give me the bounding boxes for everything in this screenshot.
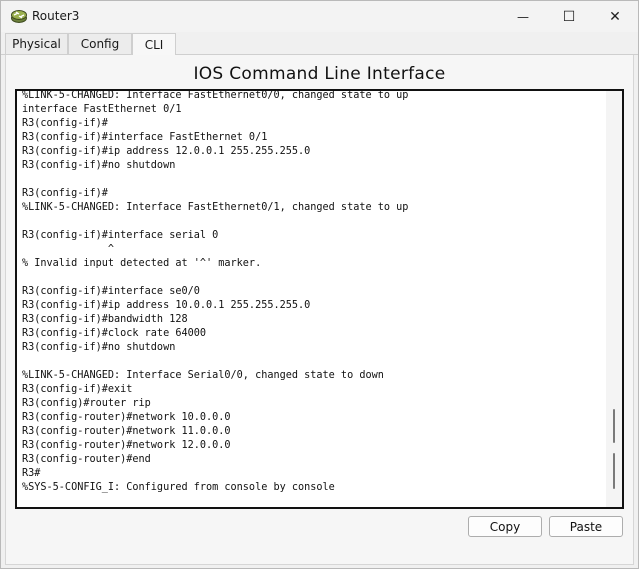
- close-button[interactable]: ✕: [592, 1, 638, 32]
- window-title: Router3: [32, 9, 80, 23]
- cli-terminal[interactable]: %LINK-5-CHANGED: Interface FastEthernet0…: [15, 89, 624, 509]
- tab-label: CLI: [144, 37, 164, 52]
- close-icon: ✕: [609, 8, 621, 25]
- app-window: Router3 — ☐ ✕ Physical Config CLI IOS Co…: [0, 0, 639, 569]
- copy-button[interactable]: Copy: [468, 516, 542, 537]
- maximize-button[interactable]: ☐: [546, 1, 592, 32]
- minimize-icon: —: [517, 9, 529, 24]
- minimize-button[interactable]: —: [500, 1, 546, 32]
- scroll-thumb[interactable]: [613, 409, 615, 443]
- title-bar[interactable]: Router3 — ☐ ✕: [1, 1, 638, 32]
- cli-output[interactable]: %LINK-5-CHANGED: Interface FastEthernet0…: [22, 91, 408, 495]
- scroll-thumb-lower[interactable]: [613, 453, 615, 489]
- tab-label: Physical: [12, 37, 61, 51]
- paste-button[interactable]: Paste: [549, 516, 623, 537]
- cli-heading: IOS Command Line Interface: [193, 64, 446, 84]
- terminal-scrollbar[interactable]: [606, 91, 622, 507]
- tab-config[interactable]: Config: [68, 33, 132, 54]
- router-icon: [11, 10, 27, 23]
- maximize-icon: ☐: [562, 8, 576, 25]
- tab-label: Config: [80, 37, 120, 51]
- tab-physical[interactable]: Physical: [5, 33, 68, 54]
- tab-cli[interactable]: CLI: [132, 33, 176, 55]
- tab-bar: Physical Config CLI: [1, 32, 638, 55]
